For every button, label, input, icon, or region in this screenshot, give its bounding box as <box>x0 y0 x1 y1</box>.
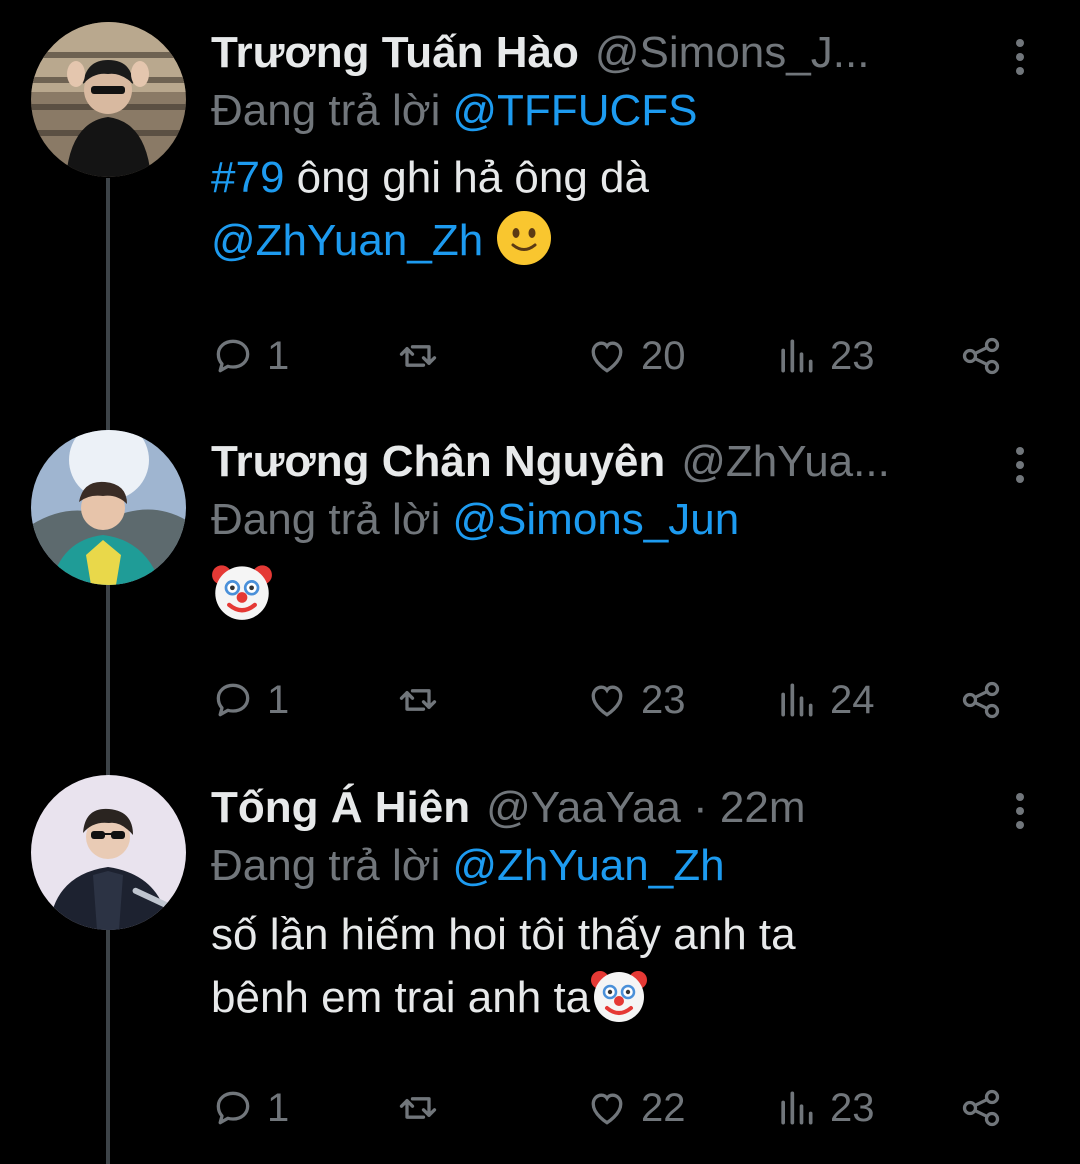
author-handle[interactable]: @ZhYua... <box>681 434 890 490</box>
mention-link[interactable]: @ZhYuan_Zh <box>211 216 483 265</box>
like-count: 23 <box>641 677 686 722</box>
reply-count: 1 <box>267 333 290 378</box>
retweet-button[interactable] <box>396 326 440 386</box>
replying-to-mention[interactable]: @Simons_Jun <box>452 495 739 544</box>
more-icon[interactable] <box>1008 36 1032 82</box>
reply-button[interactable]: 1 <box>211 670 289 730</box>
retweet-button[interactable] <box>396 670 440 730</box>
tweet-text-line-1: số lần hiếm hoi tôi thấy anh ta <box>211 910 796 959</box>
tweet-text <box>211 560 1080 627</box>
retweet-icon <box>399 345 437 367</box>
replying-to-label: Đang trả lời <box>211 86 441 135</box>
like-button[interactable]: 22 <box>585 1078 686 1138</box>
tweet-header: Tống Á Hiên @YaaYaa · 22m <box>211 780 1080 836</box>
like-icon <box>591 685 623 717</box>
replying-to-label: Đang trả lời <box>211 841 441 890</box>
replying-to-mention[interactable]: @ZhYuan_Zh <box>452 841 724 890</box>
slightly-smiling-face-icon <box>497 211 552 265</box>
avatar[interactable] <box>31 22 186 177</box>
retweet-icon <box>399 1097 437 1119</box>
avatar[interactable] <box>31 430 186 585</box>
replying-to: Đang trả lời @TFFUCFS <box>211 81 1080 141</box>
reply-icon <box>216 339 250 373</box>
avatar[interactable] <box>31 775 186 930</box>
replying-to: Đang trả lời @ZhYuan_Zh <box>211 836 1080 896</box>
more-icon[interactable] <box>1008 444 1032 490</box>
reply-button[interactable]: 1 <box>211 326 289 386</box>
tweet-actions: 1 20 23 <box>211 326 1021 386</box>
tweet-text: #79 ông ghi hả ông dà @ZhYuan_Zh <box>211 147 1080 272</box>
like-icon <box>591 341 623 373</box>
tweet-header: Trương Tuấn Hào @Simons_J... <box>211 25 1080 81</box>
share-button[interactable] <box>959 326 1003 386</box>
like-button[interactable]: 23 <box>585 670 686 730</box>
reply-count: 1 <box>267 1085 290 1130</box>
tweet-text-line-2: bênh em trai anh ta <box>211 973 591 1022</box>
views-button[interactable]: 23 <box>774 1078 875 1138</box>
clown-face-icon <box>591 971 648 1022</box>
tweet-actions: 1 22 23 <box>211 1078 1021 1138</box>
reply-count: 1 <box>267 677 290 722</box>
views-icon <box>781 339 813 373</box>
tweet-actions: 1 23 24 <box>211 670 1021 730</box>
retweet-button[interactable] <box>396 1078 440 1138</box>
views-count: 24 <box>830 677 875 722</box>
tweet-content: Trương Tuấn Hào @Simons_J... Đang trả lờ… <box>211 25 1080 272</box>
like-button[interactable]: 20 <box>585 326 686 386</box>
share-icon <box>962 1089 1000 1127</box>
hashtag-link[interactable]: #79 <box>211 153 284 202</box>
views-count: 23 <box>830 333 875 378</box>
retweet-icon <box>399 689 437 711</box>
replying-to-label: Đang trả lời <box>211 495 441 544</box>
views-icon <box>781 683 813 717</box>
like-icon <box>591 1093 623 1125</box>
views-button[interactable]: 24 <box>774 670 875 730</box>
author-name[interactable]: Tống Á Hiên <box>211 780 470 836</box>
more-icon[interactable] <box>1008 790 1032 836</box>
share-icon <box>962 337 1000 375</box>
tweet-text: số lần hiếm hoi tôi thấy anh ta bênh em … <box>211 904 1080 1029</box>
tweet-header: Trương Chân Nguyên @ZhYua... <box>211 434 1080 490</box>
reply-icon <box>216 1091 250 1125</box>
views-icon <box>781 1091 813 1125</box>
author-handle[interactable]: @Simons_J... <box>595 25 870 81</box>
share-icon <box>962 681 1000 719</box>
thread-connector-line <box>106 178 110 1164</box>
share-button[interactable] <box>959 1078 1003 1138</box>
author-name[interactable]: Trương Chân Nguyên <box>211 434 665 490</box>
like-count: 20 <box>641 333 686 378</box>
views-button[interactable]: 23 <box>774 326 875 386</box>
share-button[interactable] <box>959 670 1003 730</box>
author-handle[interactable]: @YaaYaa · 22m <box>486 780 805 836</box>
like-count: 22 <box>641 1085 686 1130</box>
tweet-text-main: ông ghi hả ông dà <box>296 153 649 202</box>
author-name[interactable]: Trương Tuấn Hào <box>211 25 579 81</box>
tweet-content: Trương Chân Nguyên @ZhYua... Đang trả lờ… <box>211 434 1080 627</box>
tweet-content: Tống Á Hiên @YaaYaa · 22m Đang trả lời @Z… <box>211 780 1080 1029</box>
clown-face-icon <box>212 565 272 620</box>
views-count: 23 <box>830 1085 875 1130</box>
replying-to: Đang trả lời @Simons_Jun <box>211 490 1080 550</box>
replying-to-mention[interactable]: @TFFUCFS <box>452 86 697 135</box>
reply-button[interactable]: 1 <box>211 1078 289 1138</box>
reply-icon <box>216 683 250 717</box>
